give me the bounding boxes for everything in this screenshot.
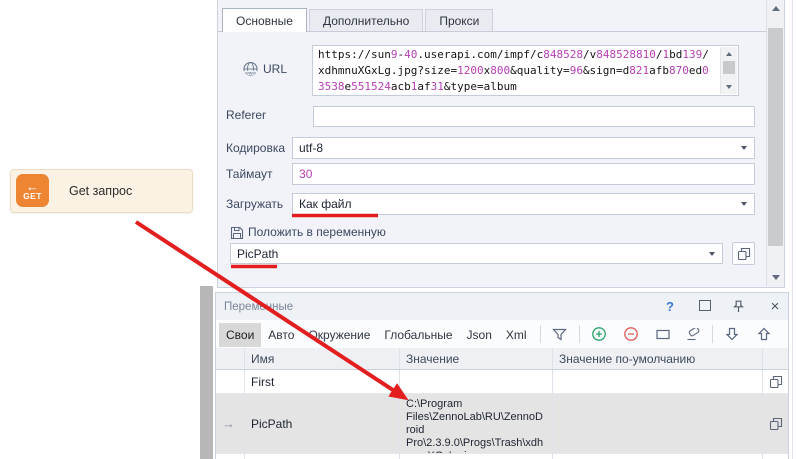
cell-default[interactable] xyxy=(553,394,763,453)
cell-value[interactable]: C:\Program Files\ZennoLab\RU\ZennoDroid … xyxy=(400,394,553,453)
get-action-label: Get запрос xyxy=(69,170,132,212)
vars-tab-environment[interactable]: Окружение xyxy=(301,323,377,347)
vars-tab-json[interactable]: Json xyxy=(460,323,499,347)
move-up-icon[interactable] xyxy=(751,322,777,346)
url-input[interactable]: https://sun9-40.userapi.com/impf/c848528… xyxy=(312,45,739,96)
copy-column-header xyxy=(763,348,788,369)
filter-icon[interactable] xyxy=(547,322,573,346)
close-icon[interactable]: × xyxy=(768,301,782,313)
left-arrow-icon: ← xyxy=(26,181,39,192)
row-selector[interactable]: → xyxy=(216,394,245,453)
url-scrollbar-thumb[interactable] xyxy=(723,61,735,74)
variables-table: Имя Значение Значение по-умолчанию First xyxy=(216,348,788,459)
encoding-select[interactable]: utf-8 xyxy=(292,137,755,159)
remove-variable-icon[interactable] xyxy=(618,322,644,346)
scroll-up-arrow-icon[interactable] xyxy=(726,52,732,56)
copy-icon xyxy=(769,417,783,431)
rename-variable-icon[interactable] xyxy=(650,322,676,346)
settings-scrollbar-thumb[interactable] xyxy=(768,28,783,246)
help-icon[interactable]: ? xyxy=(663,300,677,314)
tab-proxy[interactable]: Прокси xyxy=(425,9,493,31)
globe-www-icon: www xyxy=(242,61,259,78)
zennoposter-screen: ← GET Get запрос Основные Дополнительно … xyxy=(0,0,797,459)
timeout-label: Таймаут xyxy=(226,167,272,182)
variables-title: Переменные xyxy=(224,301,293,313)
vars-tab-own[interactable]: Свои xyxy=(219,323,261,347)
tab-advanced[interactable]: Дополнительно xyxy=(309,9,423,31)
svg-text:www: www xyxy=(245,71,256,76)
referer-label: Referer xyxy=(226,108,266,123)
cell-name[interactable]: First xyxy=(245,370,400,393)
column-header-value[interactable]: Значение xyxy=(400,348,553,369)
scroll-down-arrow-icon[interactable] xyxy=(772,275,780,280)
get-request-settings-panel: Основные Дополнительно Прокси www URL ht… xyxy=(217,0,785,288)
vars-tab-xml[interactable]: Xml xyxy=(499,323,534,347)
selector-column-header xyxy=(216,348,245,369)
panel-splitter[interactable] xyxy=(200,286,213,459)
toolbar-separator xyxy=(540,325,541,343)
cell-value[interactable] xyxy=(400,370,553,393)
copy-row-button[interactable] xyxy=(763,370,788,393)
tab-main[interactable]: Основные xyxy=(222,8,307,32)
table-row-first[interactable]: First xyxy=(216,370,788,394)
cell-name[interactable]: PicPath xyxy=(245,394,400,453)
eraser-icon[interactable] xyxy=(680,322,706,346)
window-edge xyxy=(792,0,793,459)
table-header-row: Имя Значение Значение по-умолчанию xyxy=(216,348,788,370)
copy-icon xyxy=(737,247,751,261)
get-request-icon: ← GET xyxy=(16,174,49,207)
pin-icon[interactable] xyxy=(733,300,747,313)
save-floppy-icon xyxy=(230,226,244,240)
url-scrollbar[interactable] xyxy=(720,47,737,94)
table-row-empty xyxy=(216,454,788,459)
table-row-picpath[interactable]: → PicPath C:\Program Files\ZennoLab\RU\Z… xyxy=(216,394,788,454)
copy-row-button[interactable] xyxy=(763,394,788,453)
put-to-variable-select[interactable]: PicPath xyxy=(230,243,723,264)
variables-panel: Переменные ? × Свои Авто Окружение Глоба… xyxy=(215,292,789,459)
toolbar-separator xyxy=(712,325,713,343)
move-down-icon[interactable] xyxy=(719,322,745,346)
vars-tab-auto[interactable]: Авто xyxy=(261,323,301,347)
timeout-input[interactable]: 30 xyxy=(292,163,755,185)
dropdown-arrow-icon[interactable] xyxy=(741,202,747,206)
get-request-action-block[interactable]: ← GET Get запрос xyxy=(10,169,193,213)
download-mode-select[interactable]: Как файл xyxy=(292,193,755,215)
dropdown-arrow-icon[interactable] xyxy=(709,252,715,256)
add-variable-icon[interactable] xyxy=(586,322,612,346)
settings-tabbar: Основные Дополнительно Прокси xyxy=(218,8,767,32)
vars-tab-global[interactable]: Глобальные xyxy=(377,323,459,347)
referer-input[interactable] xyxy=(313,106,755,127)
url-label: www URL xyxy=(242,61,287,78)
current-row-arrow-icon: → xyxy=(222,416,235,431)
settings-scrollbar[interactable] xyxy=(766,0,784,286)
get-icon-label: GET xyxy=(23,192,42,201)
encoding-label: Кодировка xyxy=(226,141,285,156)
url-value: https://sun9-40.userapi.com/impf/c848528… xyxy=(318,47,712,94)
column-header-default[interactable]: Значение по-умолчанию xyxy=(553,348,763,369)
copy-icon xyxy=(769,375,783,389)
put-to-variable-label: Положить в переменную xyxy=(230,225,386,240)
variables-toolbar: Свои Авто Окружение Глобальные Json Xml xyxy=(216,320,788,349)
column-header-name[interactable]: Имя xyxy=(245,348,400,369)
scroll-down-arrow-icon[interactable] xyxy=(726,85,732,89)
copy-variable-button[interactable] xyxy=(732,242,755,265)
variables-titlebar: Переменные ? × xyxy=(216,293,788,321)
cell-default[interactable] xyxy=(553,370,763,393)
toolbar-separator xyxy=(579,325,580,343)
dropdown-arrow-icon[interactable] xyxy=(741,146,747,150)
maximize-icon[interactable] xyxy=(698,300,712,314)
row-selector[interactable] xyxy=(216,370,245,393)
download-mode-label: Загружать xyxy=(226,197,283,212)
scroll-up-arrow-icon[interactable] xyxy=(772,6,780,11)
